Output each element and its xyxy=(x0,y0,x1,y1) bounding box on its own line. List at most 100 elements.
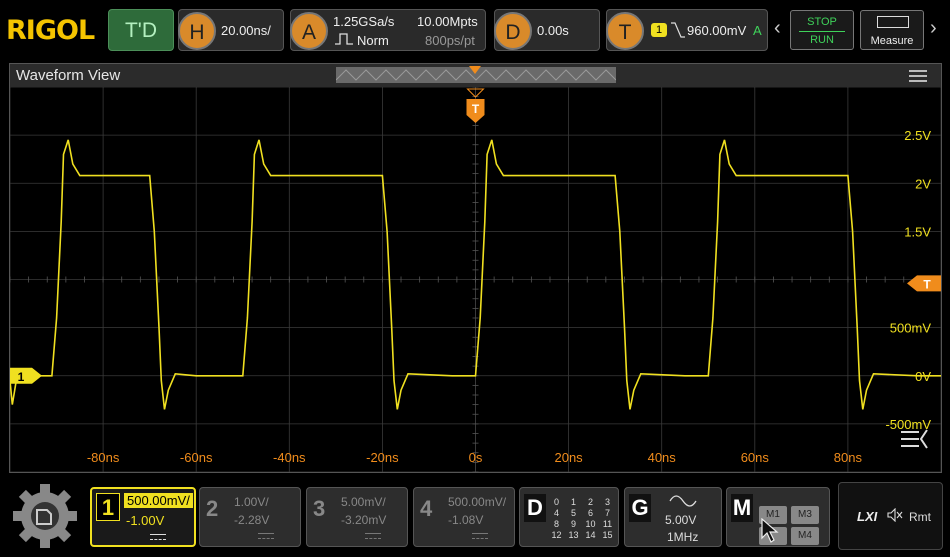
stop-label: STOP xyxy=(807,16,837,28)
lxi-logo: LXI xyxy=(857,509,878,524)
sample-rate: 1.25GSa/s xyxy=(333,14,395,29)
y-tick-label: 500mV xyxy=(890,321,932,336)
memory-depth: 10.00Mpts xyxy=(417,14,478,29)
digital-channel-label: 12 xyxy=(551,530,562,540)
y-tick-label: -500mV xyxy=(885,417,931,432)
channel-1-offset-label: 1 xyxy=(18,370,25,384)
chevron-left-icon[interactable]: ‹ xyxy=(774,17,781,40)
timeline-overview[interactable] xyxy=(336,66,616,84)
acquire-settings[interactable]: A 1.25GSa/s Norm 10.00Mpts 800ps/pt xyxy=(290,9,486,51)
trigger-level-label: T xyxy=(923,277,931,291)
trigger-level: 960.00mV xyxy=(687,23,747,38)
digital-channel-label: 5 xyxy=(570,508,576,518)
generator-amplitude: 5.00V xyxy=(665,513,697,527)
trigger-settings[interactable]: T 1 960.00mV A xyxy=(606,9,768,51)
digital-channel-label: 14 xyxy=(585,530,596,540)
math-m3-button[interactable]: M3 xyxy=(791,506,819,524)
delay-value: 0.00s xyxy=(537,23,569,38)
digital-channel-label: 13 xyxy=(568,530,579,540)
remote-label: Rmt xyxy=(909,510,931,524)
top-status-bar: RIGOL T'D H 20.00ns/ A 1.25GSa/s Norm 10… xyxy=(0,0,950,58)
channel-3-offset: -3.20mV xyxy=(341,513,387,527)
mode-label: T'D xyxy=(124,19,157,42)
delay-settings[interactable]: D 0.00s xyxy=(494,9,600,51)
digital-channels-box[interactable]: D 0 1 2 3 4 5 6 7 8 9 10 11 12 13 14 15 xyxy=(519,487,619,547)
trigger-marker-label: T xyxy=(472,102,480,116)
digital-channel-label: 15 xyxy=(602,530,613,540)
digital-channel-label: 10 xyxy=(585,519,596,529)
collapse-panel-icon[interactable] xyxy=(901,429,928,449)
digital-label: D xyxy=(524,494,546,522)
dc-coupling-icon xyxy=(472,533,488,539)
waveform-view-title: Waveform View xyxy=(16,67,121,84)
channel-4-box[interactable]: 4 500.00mV/ -1.08V xyxy=(413,487,515,547)
x-tick-label: 80ns xyxy=(834,450,863,465)
digital-channel-label: 11 xyxy=(602,519,613,529)
bottom-control-bar: 1 500.00mV/ -1.00V 2 1.00V/ -2.28V 3 5.0… xyxy=(0,478,950,557)
digital-channel-label: 8 xyxy=(553,519,559,529)
generator-frequency: 1MHz xyxy=(667,530,699,544)
channel-1-number: 1 xyxy=(96,493,120,521)
horizontal-badge: H xyxy=(178,12,216,50)
dc-coupling-icon xyxy=(258,533,274,539)
remote-status-box: LXI Rmt xyxy=(838,482,943,550)
delay-badge: D xyxy=(494,12,532,50)
channel-1-offset: -1.00V xyxy=(126,513,165,528)
mode-button[interactable]: T'D xyxy=(108,9,174,51)
waveform-view-window[interactable]: Waveform View -80ns -60ns -40ns -20ns 0s 20ns… xyxy=(9,63,942,473)
channel-2-offset: -2.28V xyxy=(234,513,270,527)
channel-4-offset: -1.08V xyxy=(448,513,484,527)
x-tick-label: 40ns xyxy=(648,450,677,465)
trigger-source-badge: 1 xyxy=(651,23,667,37)
mouse-cursor-icon xyxy=(761,518,779,543)
settings-gear-icon[interactable] xyxy=(11,482,79,550)
channel-1-scale: 500.00mV/ xyxy=(124,493,193,508)
pulse-icon xyxy=(335,33,353,45)
channel-3-box[interactable]: 3 5.00mV/ -3.20mV xyxy=(306,487,408,547)
waveform-view-header: Waveform View xyxy=(10,64,941,87)
x-tick-label: -60ns xyxy=(180,450,213,465)
channel-3-scale: 5.00mV/ xyxy=(341,495,386,509)
digital-channel-label: 9 xyxy=(570,519,576,529)
chevron-right-icon[interactable]: › xyxy=(930,17,937,40)
channel-4-number: 4 xyxy=(420,496,433,521)
channel-2-scale: 1.00V/ xyxy=(234,495,269,509)
y-tick-label: 2V xyxy=(915,176,931,191)
y-tick-label: 0V xyxy=(915,369,931,384)
sine-wave-icon xyxy=(669,495,697,507)
trigger-badge: T xyxy=(606,12,644,50)
x-tick-label: 0s xyxy=(469,450,483,465)
digital-channel-label: 2 xyxy=(587,497,593,507)
speaker-muted-icon[interactable] xyxy=(887,508,903,522)
horizontal-settings[interactable]: H 20.00ns/ xyxy=(178,9,284,51)
menu-icon[interactable] xyxy=(909,70,927,82)
digital-channel-label: 6 xyxy=(587,508,593,518)
generator-box[interactable]: G 5.00V 1MHz xyxy=(624,487,722,547)
waveform-plot[interactable]: -80ns -60ns -40ns -20ns 0s 20ns 40ns 60ns 80ns 2.… xyxy=(10,87,941,472)
digital-channel-label: 4 xyxy=(553,508,559,518)
x-tick-label: -80ns xyxy=(87,450,120,465)
channel-3-number: 3 xyxy=(313,496,326,521)
channel-2-number: 2 xyxy=(206,496,219,521)
ruler-icon xyxy=(877,16,909,28)
y-tick-label: 1.5V xyxy=(904,224,931,239)
channel-1-offset-marker xyxy=(10,367,42,384)
run-stop-button[interactable]: STOP RUN xyxy=(790,10,854,50)
y-tick-label: 2.5V xyxy=(904,128,931,143)
timebase-value: 20.00ns/ xyxy=(221,23,271,38)
measure-label: Measure xyxy=(870,35,914,47)
digital-channel-label: 0 xyxy=(553,497,559,507)
x-tick-label: 20ns xyxy=(554,450,583,465)
acquire-badge: A xyxy=(290,12,328,50)
brand-logo: RIGOL xyxy=(6,15,95,46)
channel-2-box[interactable]: 2 1.00V/ -2.28V xyxy=(199,487,301,547)
digital-channel-grid: 0 1 2 3 4 5 6 7 8 9 10 11 12 13 14 15 xyxy=(548,497,616,540)
dc-coupling-icon xyxy=(150,534,166,540)
digital-channel-label: 1 xyxy=(570,497,576,507)
generator-label: G xyxy=(629,494,651,522)
x-tick-label: 60ns xyxy=(741,450,770,465)
measure-button[interactable]: Measure xyxy=(860,10,924,50)
math-m4-button[interactable]: M4 xyxy=(791,527,819,545)
channel-1-box[interactable]: 1 500.00mV/ -1.00V xyxy=(90,487,196,547)
math-box[interactable]: M M1 M3 M4 xyxy=(726,487,830,547)
